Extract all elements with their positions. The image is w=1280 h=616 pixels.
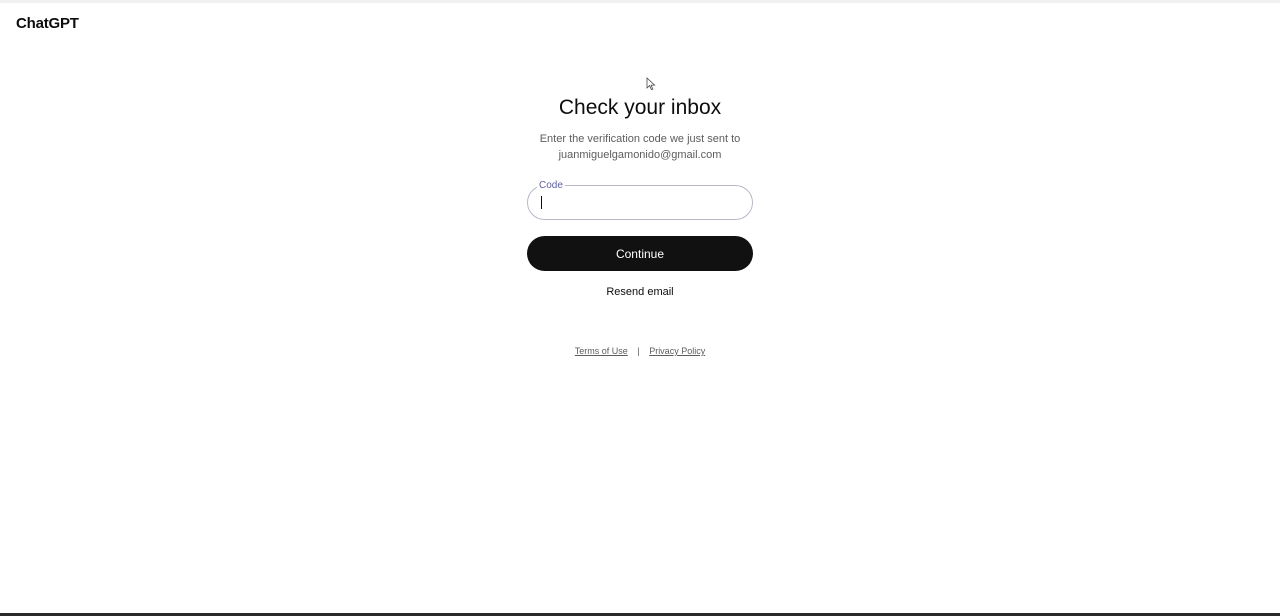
code-input[interactable] [540, 194, 740, 211]
continue-button[interactable]: Continue [527, 236, 753, 271]
instruction-text: Enter the verification code we just sent… [527, 131, 753, 163]
page-title: Check your inbox [558, 96, 722, 119]
footer-separator: | [637, 346, 640, 356]
privacy-policy-link[interactable]: Privacy Policy [649, 346, 705, 356]
footer-links: Terms of Use | Privacy Policy [527, 345, 753, 357]
top-border [0, 0, 1280, 3]
code-label: Code [537, 180, 565, 191]
terms-of-use-link[interactable]: Terms of Use [575, 346, 628, 356]
resend-email-button[interactable]: Resend email [527, 285, 753, 299]
mouse-pointer-icon [646, 77, 656, 91]
verification-panel: Check your inbox Enter the verification … [527, 93, 753, 357]
email-address: juanmiguelgamonido@gmail.com [558, 149, 722, 161]
instruction-line: Enter the verification code we just sent… [539, 133, 741, 145]
text-caret [541, 196, 542, 209]
code-field[interactable]: Code [527, 180, 753, 220]
brand-logo[interactable]: ChatGPT [16, 15, 79, 32]
